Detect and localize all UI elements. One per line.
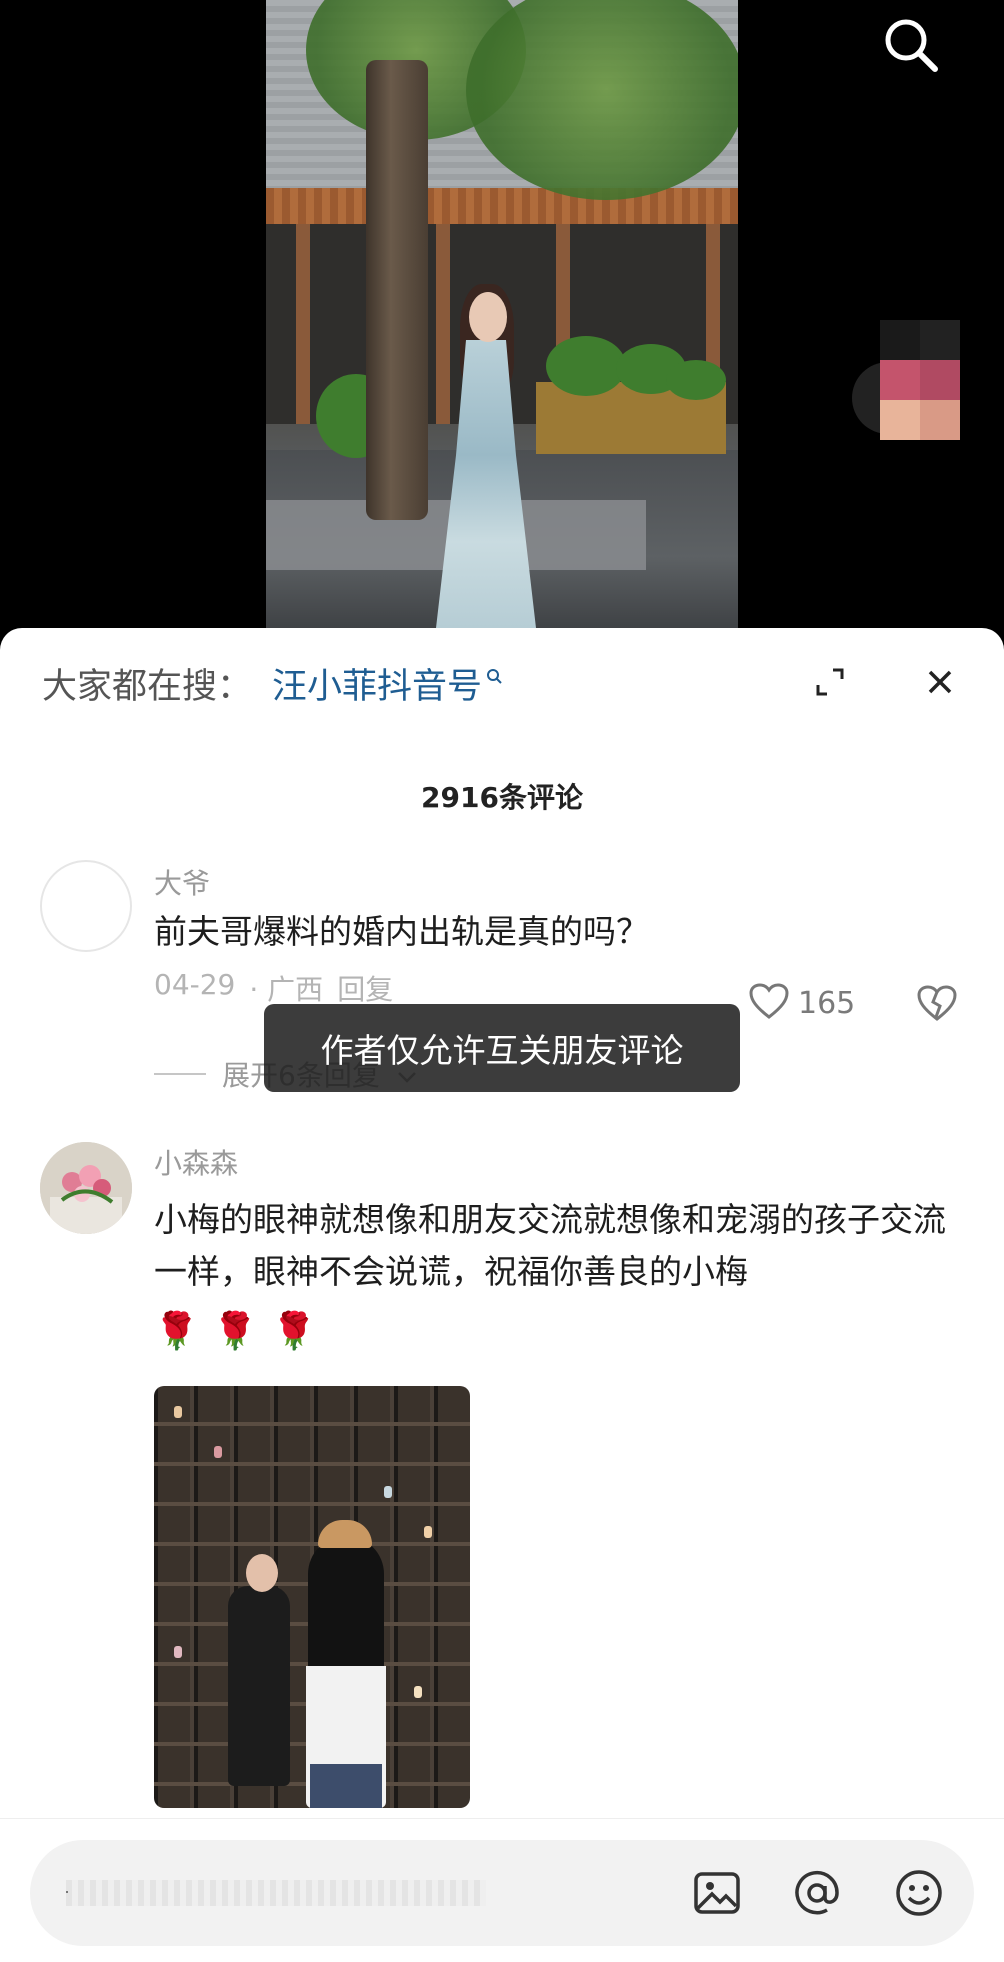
broken-heart-icon[interactable]	[916, 984, 958, 1026]
mosaic-censor	[880, 320, 960, 440]
like-count: 165	[798, 985, 856, 1021]
app-root: 大家都在搜： 汪小菲抖音号 2916条评论 大爷 前夫哥爆料的婚内出轨是真的吗？…	[0, 0, 1004, 1962]
photo-figurine	[174, 1646, 182, 1658]
input-placeholder-blur	[66, 1880, 486, 1906]
video-player[interactable]	[0, 0, 1004, 650]
rose-emoji: 🌹	[271, 1311, 317, 1352]
comment-avatar[interactable]	[40, 1142, 132, 1234]
video-pillar	[296, 224, 310, 424]
comment-text[interactable]: 前夫哥爆料的婚内出轨是真的吗？	[154, 906, 974, 958]
emoji-icon[interactable]	[892, 1866, 946, 1920]
photo-figurine	[174, 1406, 182, 1418]
toast-message: 作者仅允许互关朋友评论	[264, 1004, 740, 1092]
close-icon[interactable]	[922, 664, 958, 700]
rose-emoji: 🌹	[212, 1311, 258, 1352]
photo-person-face	[246, 1554, 278, 1592]
expand-dash	[154, 1073, 206, 1075]
input-cursor	[66, 1891, 68, 1893]
hot-search-prefix: 大家都在搜：	[42, 666, 253, 707]
photo-figurine	[414, 1686, 422, 1698]
at-icon[interactable]	[790, 1866, 844, 1920]
expand-icon[interactable]	[812, 664, 848, 700]
hot-search-term[interactable]: 汪小菲抖音号	[272, 658, 482, 709]
video-eave	[266, 188, 738, 224]
hot-search-glass-icon	[486, 655, 504, 695]
photo-person-hair	[308, 1536, 384, 1676]
photo-figurine	[384, 1486, 392, 1498]
comment-username[interactable]: 大爷	[154, 862, 210, 902]
video-frame[interactable]	[266, 0, 738, 628]
reply-button[interactable]: 回复	[337, 968, 393, 1008]
comment-username[interactable]: 小森森	[154, 1142, 238, 1182]
comment-count: 2916条评论	[421, 781, 583, 814]
video-pillar	[436, 224, 450, 424]
divider	[0, 1818, 1004, 1819]
comment-text[interactable]: 小梅的眼神就想像和朋友交流就想像和宠溺的孩子交流一样，眼神不会说谎，祝福你善良的…	[154, 1194, 974, 1298]
heart-icon	[748, 982, 790, 1024]
photo-figurine	[424, 1526, 432, 1538]
comment-image[interactable]	[154, 1386, 470, 1808]
photo-person	[228, 1586, 290, 1786]
hot-search-bar[interactable]: 大家都在搜： 汪小菲抖音号	[42, 658, 504, 708]
video-shrub	[546, 336, 626, 396]
rose-emoji: 🌹	[154, 1311, 199, 1352]
comment-meta: 04-29 · 广西 回复	[154, 968, 393, 1008]
video-shrub	[666, 360, 726, 400]
image-icon[interactable]	[690, 1866, 744, 1920]
comment-location: · 广西	[249, 973, 324, 1006]
photo-figurine	[214, 1446, 222, 1458]
comment-sheet: 大家都在搜： 汪小菲抖音号 2916条评论 大爷 前夫哥爆料的婚内出轨是真的吗？…	[0, 628, 1004, 1962]
video-tree	[366, 60, 428, 520]
comment-avatar[interactable]	[40, 860, 132, 952]
comment-emoji-row: 🌹 🌹 🌹	[154, 1310, 316, 1352]
photo-person-jeans	[310, 1764, 382, 1808]
like-button[interactable]: 165	[748, 982, 855, 1024]
comment-date: 04-29	[154, 968, 236, 1001]
search-icon[interactable]	[880, 14, 942, 76]
video-person-face	[469, 292, 507, 342]
